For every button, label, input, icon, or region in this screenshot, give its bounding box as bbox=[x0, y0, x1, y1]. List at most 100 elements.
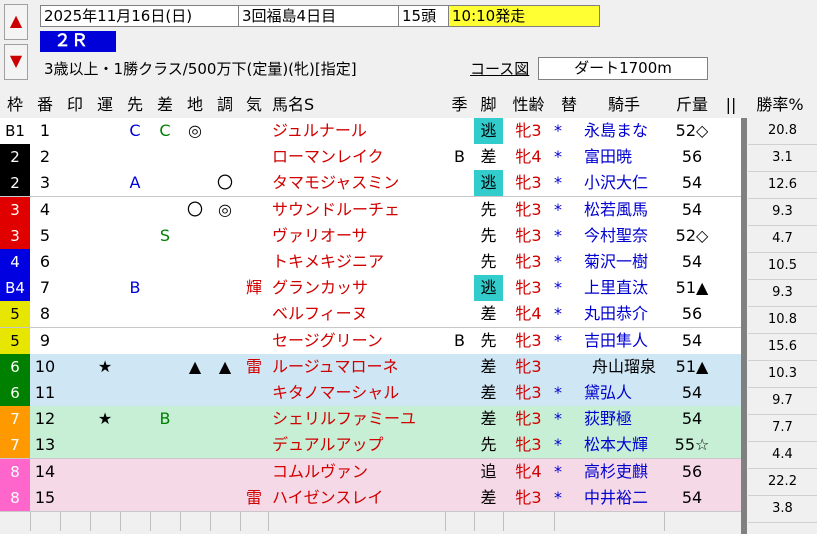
horse-row[interactable]: 7 13 デュアルアップ 先牝3 * 松本大輝 55☆ bbox=[0, 432, 742, 460]
jockey-change: * bbox=[554, 330, 562, 350]
season-cell bbox=[445, 354, 474, 380]
horse-row[interactable]: B4 7 B 輝グランカッサ 逃牝3 * 上里直汰 51▲ bbox=[0, 275, 742, 303]
col-closer[interactable]: 差 bbox=[150, 91, 180, 118]
sex-age: 牝3 bbox=[515, 199, 542, 219]
mark-cell bbox=[60, 301, 90, 327]
jockey-name: 吉田隼人 bbox=[584, 330, 649, 350]
condition-cell bbox=[210, 406, 240, 432]
season-cell bbox=[445, 380, 474, 406]
ground-cell: ▲ bbox=[188, 356, 202, 376]
mood-cell: 輝 bbox=[245, 278, 262, 298]
col-jockey[interactable]: 騎手 bbox=[584, 91, 664, 118]
up-arrow-button[interactable]: ▲ bbox=[4, 4, 28, 40]
horse-number: 8 bbox=[39, 304, 51, 324]
condition-cell bbox=[210, 328, 240, 354]
jockey-name: 松若風馬 bbox=[584, 199, 649, 219]
mood-cell: 雷 bbox=[245, 487, 262, 507]
waku-cell: 5 bbox=[0, 301, 30, 328]
season-cell bbox=[445, 406, 474, 432]
carried-weight: 56 bbox=[681, 304, 703, 324]
horse-row[interactable]: 4 6 トキメキジニア 先牝3 * 菊沢一樹 54 bbox=[0, 249, 742, 276]
front-cell bbox=[120, 249, 150, 275]
col-style[interactable]: 脚 bbox=[474, 91, 503, 118]
horse-name: シェリルファミーユ bbox=[272, 409, 417, 429]
horse-row[interactable]: 3 4 〇 ◎ サウンドルーチェ 先牝3 * 松若風馬 54 bbox=[0, 196, 742, 224]
col-condition[interactable]: 調 bbox=[210, 91, 240, 118]
col-mark[interactable]: 印 bbox=[60, 91, 90, 118]
down-arrow-button[interactable]: ▼ bbox=[4, 44, 28, 80]
running-style: 先 bbox=[480, 252, 497, 271]
horse-row[interactable]: 2 2 ローマンレイク B 差牝4 * 富田暁 56 bbox=[0, 144, 742, 172]
col-luck[interactable]: 運 bbox=[90, 91, 120, 118]
mark-cell bbox=[60, 406, 90, 432]
horse-row[interactable]: 5 9 セージグリーン B 先牝3 * 吉田隼人 54 bbox=[0, 327, 742, 355]
horse-name: ルージュマローネ bbox=[272, 356, 399, 376]
season-cell bbox=[445, 275, 474, 301]
horse-row[interactable]: 6 10 ★ ▲ ▲ 雷ルージュマローネ 差牝3 舟山瑠泉 51▲ bbox=[0, 353, 742, 381]
col-win-rate[interactable]: 勝率% bbox=[744, 91, 816, 118]
horse-row[interactable]: 6 11 キタノマーシャル 差牝3 * 黛弘人 54 bbox=[0, 380, 742, 407]
col-ground[interactable]: 地 bbox=[180, 91, 210, 118]
col-weight[interactable]: 斤量 bbox=[664, 91, 720, 118]
condition-cell bbox=[210, 301, 240, 327]
mood-cell bbox=[240, 432, 268, 458]
ground-cell bbox=[180, 432, 210, 458]
front-cell bbox=[120, 197, 150, 223]
horse-number: 13 bbox=[34, 435, 56, 455]
win-rate-column: 20.8 3.1 12.6 9.3 4.7 10.5 9.3 10.8 15.6 10.3 9.7 7… bbox=[748, 118, 817, 523]
win-rate-value: 9.3 bbox=[748, 199, 817, 226]
horse-row[interactable]: 2 3 A 〇 タマモジャスミン 逃牝3 * 小沢大仁 54 bbox=[0, 170, 742, 198]
jockey-change: * bbox=[554, 278, 562, 298]
col-sex-age[interactable]: 性齢 bbox=[503, 91, 554, 118]
front-cell bbox=[120, 144, 150, 170]
front-cell: A bbox=[129, 173, 141, 193]
jockey-change: * bbox=[554, 383, 562, 402]
horse-row[interactable]: 8 15 雷ハイゼンスレイ 差牝3 * 中井裕二 54 bbox=[0, 484, 742, 512]
carried-weight: 51▲ bbox=[675, 278, 709, 298]
waku-cell: B4 bbox=[0, 275, 30, 302]
carried-weight: 51▲ bbox=[675, 356, 709, 376]
closer-cell bbox=[150, 275, 180, 301]
season-cell: B bbox=[454, 330, 465, 350]
horse-row[interactable]: B1 1 C C ◎ ジュルナール 逃牝3 * 永島まな 52◇ bbox=[0, 118, 742, 145]
ground-cell bbox=[180, 275, 210, 301]
condition-cell: ◎ bbox=[218, 199, 232, 219]
sex-age: 牝3 bbox=[515, 435, 542, 455]
horse-number: 9 bbox=[39, 330, 51, 350]
ground-cell bbox=[180, 328, 210, 354]
col-horse-name[interactable]: 馬名S bbox=[268, 91, 449, 118]
mark-cell bbox=[60, 459, 90, 485]
win-rate-value: 9.7 bbox=[748, 388, 817, 415]
mood-cell bbox=[240, 144, 268, 170]
col-change[interactable]: 替 bbox=[554, 91, 584, 118]
horse-row[interactable]: 5 8 ベルフィーヌ 差牝4 * 丸田恭介 56 bbox=[0, 301, 742, 329]
win-rate-value: 10.3 bbox=[748, 361, 817, 388]
jockey-change: * bbox=[554, 173, 562, 193]
jockey-name: 永島まな bbox=[584, 121, 649, 140]
horse-row[interactable]: 7 12 ★ B シェリルファミーユ 差牝3 * 荻野極 54 bbox=[0, 406, 742, 434]
condition-cell bbox=[210, 118, 240, 144]
horse-row[interactable]: 8 14 コムルヴァン 追牝4 * 高杉吏麒 56 bbox=[0, 458, 742, 486]
col-num[interactable]: 番 bbox=[30, 91, 60, 118]
carried-weight: 54 bbox=[681, 487, 703, 507]
closer-cell bbox=[150, 432, 180, 458]
sex-age: 牝3 bbox=[515, 383, 542, 402]
col-season[interactable]: 季 bbox=[445, 91, 474, 118]
jockey-change: * bbox=[554, 252, 562, 271]
horse-row[interactable]: 3 5 S ヴァリオーサ 先牝3 * 今村聖奈 52◇ bbox=[0, 222, 742, 250]
condition-cell bbox=[210, 249, 240, 275]
waku-cell: 8 bbox=[0, 484, 30, 511]
waku-cell: 8 bbox=[0, 458, 30, 485]
course-map-link[interactable]: コース図 bbox=[470, 58, 529, 79]
col-front[interactable]: 先 bbox=[120, 91, 150, 118]
luck-cell bbox=[90, 118, 120, 144]
jockey-change: * bbox=[554, 147, 562, 167]
race-number: ２Ｒ bbox=[40, 31, 116, 52]
carried-weight: 54 bbox=[681, 199, 703, 219]
horse-number: 10 bbox=[34, 356, 56, 376]
ground-cell: ◎ bbox=[188, 121, 202, 140]
jockey-change: * bbox=[554, 435, 562, 455]
col-waku[interactable]: 枠 bbox=[0, 91, 30, 118]
col-mood[interactable]: 気 bbox=[240, 91, 268, 118]
mark-cell bbox=[60, 249, 90, 275]
